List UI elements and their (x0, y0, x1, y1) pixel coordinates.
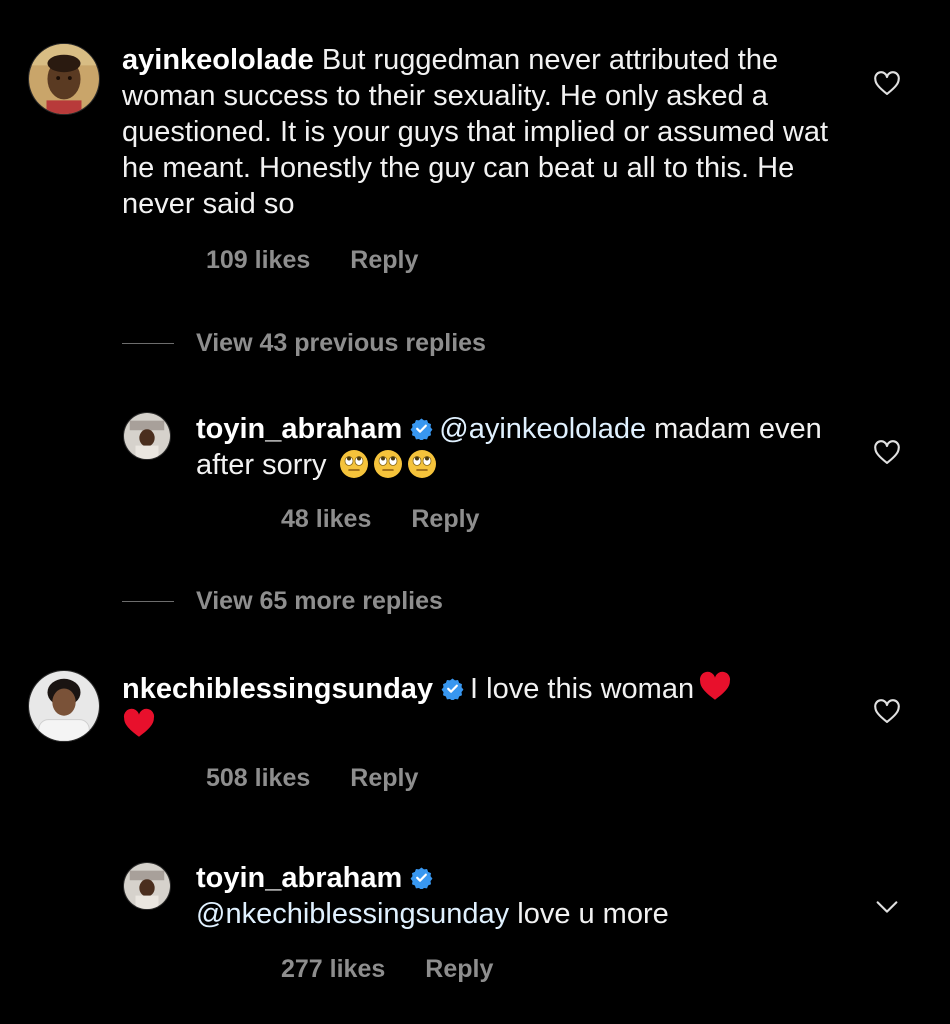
likes-count[interactable]: 277 likes (281, 954, 385, 984)
comment-text: love u more (509, 898, 669, 930)
reply-button[interactable]: Reply (350, 245, 418, 275)
red-heart-emoji (698, 670, 732, 704)
verified-badge-icon (410, 866, 433, 889)
comment-username[interactable]: toyin_abraham (196, 413, 402, 445)
heart-outline-icon[interactable] (873, 698, 901, 726)
avatar[interactable] (123, 862, 171, 910)
view-replies-label: View 65 more replies (196, 587, 443, 615)
avatar-woman-image (124, 413, 170, 459)
comment-body: nkechiblessingsunday I love this woman (122, 670, 822, 744)
likes-count[interactable]: 508 likes (206, 763, 310, 793)
comment-meta: 48 likes Reply (281, 504, 479, 534)
mention-link[interactable]: @nkechiblessingsunday (196, 898, 509, 930)
view-previous-replies-button[interactable]: View 43 previous replies (122, 329, 486, 358)
verified-badge-icon (441, 677, 464, 700)
view-replies-label: View 43 previous replies (196, 329, 486, 357)
view-more-replies-button[interactable]: View 65 more replies (122, 587, 443, 616)
red-heart-emoji (122, 707, 156, 741)
avatar-child-image (29, 44, 99, 114)
comment-username[interactable]: ayinkeololade (122, 44, 314, 76)
reply-button[interactable]: Reply (350, 763, 418, 793)
comment-username[interactable]: nkechiblessingsunday (122, 673, 433, 705)
comment-meta: 109 likes Reply (206, 245, 418, 275)
comment-body: ayinkeololade But ruggedman never attrib… (122, 42, 842, 222)
comment-meta: 277 likes Reply (281, 954, 493, 984)
comments-thread: ayinkeololade But ruggedman never attrib… (0, 0, 950, 1024)
eye-roll-emoji (373, 449, 403, 479)
comment-meta: 508 likes Reply (206, 763, 418, 793)
avatar-woman-image (124, 863, 170, 909)
avatar[interactable] (123, 412, 171, 460)
heart-outline-icon[interactable] (873, 70, 901, 98)
likes-count[interactable]: 109 likes (206, 245, 310, 275)
eye-roll-emoji (407, 449, 437, 479)
comment-username[interactable]: toyin_abraham (196, 862, 402, 894)
comment-body: toyin_abraham @nkechiblessingsunday love… (196, 860, 836, 932)
reply-button[interactable]: Reply (411, 504, 479, 534)
divider-line (122, 601, 174, 602)
likes-count[interactable]: 48 likes (281, 504, 371, 534)
comment-text: I love this woman (470, 673, 695, 705)
reply-button[interactable]: Reply (425, 954, 493, 984)
divider-line (122, 343, 174, 344)
eye-roll-emoji (339, 449, 369, 479)
comment-body: toyin_abraham @ayinkeololade madam even a… (196, 411, 836, 483)
avatar[interactable] (28, 670, 100, 742)
avatar-woman-image (29, 671, 99, 741)
heart-outline-icon[interactable] (873, 439, 901, 467)
verified-badge-icon (410, 417, 433, 440)
mention-link[interactable]: @ayinkeololade (439, 413, 646, 445)
chevron-down-icon[interactable] (873, 893, 901, 921)
avatar[interactable] (28, 43, 100, 115)
